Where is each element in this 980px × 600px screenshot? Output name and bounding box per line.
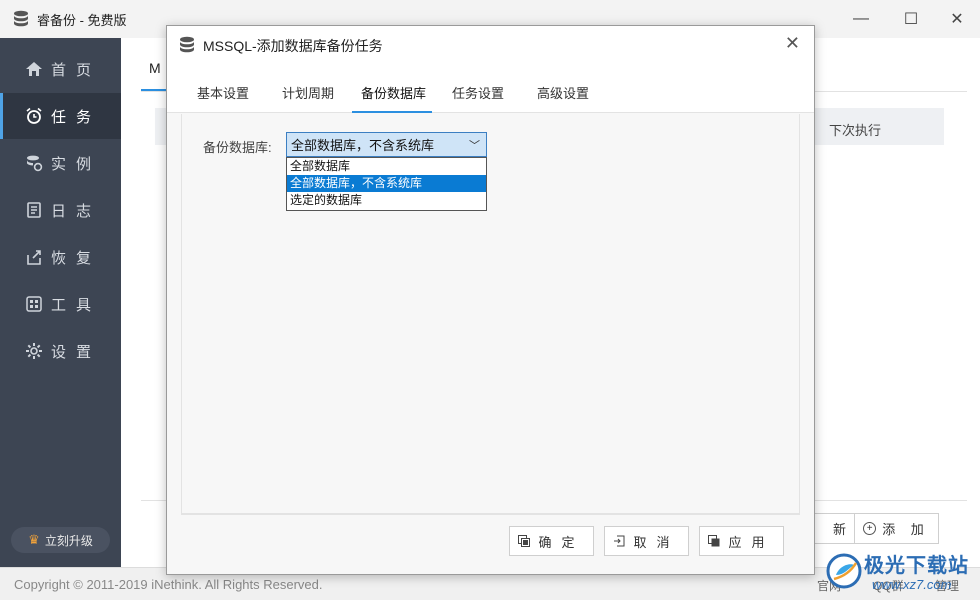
dropdown-option[interactable]: 全部数据库 bbox=[287, 158, 486, 175]
gear-icon bbox=[26, 343, 42, 359]
app-title: 睿备份 - 免费版 bbox=[37, 12, 127, 28]
watermark: 极光下载站 www.xz7.com bbox=[822, 545, 980, 600]
sidebar-item-instances[interactable]: 实例 bbox=[0, 140, 121, 186]
apply-button-label: 应用 bbox=[728, 534, 775, 550]
apply-button[interactable]: 应用 bbox=[699, 526, 784, 556]
copyright-text: Copyright © 2011-2019 iNethink. All Righ… bbox=[14, 577, 323, 592]
log-icon bbox=[27, 202, 41, 218]
content-tab[interactable]: M bbox=[149, 60, 161, 76]
sidebar-item-settings[interactable]: 设置 bbox=[0, 328, 121, 374]
sidebar-item-restore[interactable]: 恢复 bbox=[0, 234, 121, 280]
sidebar-item-label: 实例 bbox=[51, 155, 102, 173]
apply-icon bbox=[708, 535, 720, 547]
dialog-title: MSSQL-添加数据库备份任务 bbox=[203, 38, 383, 54]
sidebar-item-label: 日志 bbox=[51, 202, 102, 220]
sidebar: 首页 任务 实例 日志 恢复 工具 设置 ♛ 立刻升级 bbox=[0, 38, 121, 567]
sidebar-item-label: 工具 bbox=[51, 296, 102, 314]
dialog-titlebar: MSSQL-添加数据库备份任务 ✕ bbox=[167, 26, 814, 63]
plus-circle-icon: + bbox=[863, 522, 877, 535]
dropdown-option[interactable]: 全部数据库，不含系统库 bbox=[287, 175, 486, 192]
watermark-logo-icon bbox=[826, 553, 862, 589]
sidebar-item-label: 任务 bbox=[51, 108, 102, 126]
watermark-text: 极光下载站 bbox=[864, 555, 969, 577]
cancel-button-label: 取消 bbox=[633, 534, 680, 550]
restore-icon bbox=[27, 250, 41, 265]
sidebar-item-label: 设置 bbox=[51, 343, 102, 361]
active-tab-indicator bbox=[352, 111, 432, 113]
confirm-icon bbox=[518, 535, 531, 547]
tab-task-settings[interactable]: 任务设置 bbox=[452, 83, 504, 102]
divider bbox=[181, 514, 800, 515]
backup-database-panel bbox=[181, 114, 800, 514]
close-window-button[interactable]: ✕ bbox=[934, 0, 980, 38]
sidebar-item-tasks[interactable]: 任务 bbox=[0, 93, 121, 139]
ok-button[interactable]: 确定 bbox=[509, 526, 594, 556]
database-icon bbox=[180, 36, 194, 53]
alarm-clock-icon bbox=[26, 107, 42, 124]
upgrade-button[interactable]: ♛ 立刻升级 bbox=[11, 527, 110, 553]
cancel-button[interactable]: 取消 bbox=[604, 526, 689, 556]
sidebar-item-label: 恢复 bbox=[51, 249, 102, 267]
sidebar-item-logs[interactable]: 日志 bbox=[0, 187, 121, 233]
tab-basic-settings[interactable]: 基本设置 bbox=[197, 83, 249, 102]
watermark-url: www.xz7.com bbox=[872, 577, 952, 592]
crown-icon: ♛ bbox=[28, 532, 40, 547]
dialog-close-button[interactable]: ✕ bbox=[785, 33, 800, 54]
add-button-label: 添 加 bbox=[882, 522, 930, 537]
tab-backup-database[interactable]: 备份数据库 bbox=[361, 83, 426, 102]
tab-schedule[interactable]: 计划周期 bbox=[282, 83, 334, 102]
minimize-button[interactable]: — bbox=[838, 0, 884, 38]
tools-grid-icon bbox=[26, 296, 42, 312]
backup-db-select[interactable]: 全部数据库，不含系统库 ﹀ bbox=[286, 132, 487, 157]
home-icon bbox=[26, 62, 42, 76]
column-header-next-exec: 下次执行 bbox=[829, 123, 882, 138]
database-settings-icon bbox=[27, 155, 43, 172]
add-button[interactable]: + 添 加 bbox=[854, 513, 939, 544]
sidebar-item-home[interactable]: 首页 bbox=[0, 46, 121, 92]
exit-icon bbox=[614, 535, 625, 547]
upgrade-label: 立刻升级 bbox=[44, 533, 93, 548]
dialog-tabs: 基本设置 计划周期 备份数据库 任务设置 高级设置 bbox=[167, 63, 814, 113]
database-icon bbox=[14, 10, 28, 27]
chevron-down-icon: ﹀ bbox=[469, 140, 480, 152]
dropdown-option[interactable]: 选定的数据库 bbox=[287, 192, 486, 209]
add-backup-task-dialog: MSSQL-添加数据库备份任务 ✕ 基本设置 计划周期 备份数据库 任务设置 高… bbox=[166, 25, 815, 575]
backup-db-dropdown: 全部数据库 全部数据库，不含系统库 选定的数据库 bbox=[286, 157, 487, 211]
tab-advanced-settings[interactable]: 高级设置 bbox=[537, 83, 589, 102]
ok-button-label: 确定 bbox=[538, 534, 585, 550]
sidebar-item-label: 首页 bbox=[51, 61, 102, 79]
backup-db-select-value: 全部数据库，不含系统库 bbox=[291, 138, 435, 153]
backup-db-label: 备份数据库: bbox=[203, 140, 272, 155]
maximize-button[interactable]: ☐ bbox=[888, 0, 934, 38]
sidebar-item-tools[interactable]: 工具 bbox=[0, 281, 121, 327]
